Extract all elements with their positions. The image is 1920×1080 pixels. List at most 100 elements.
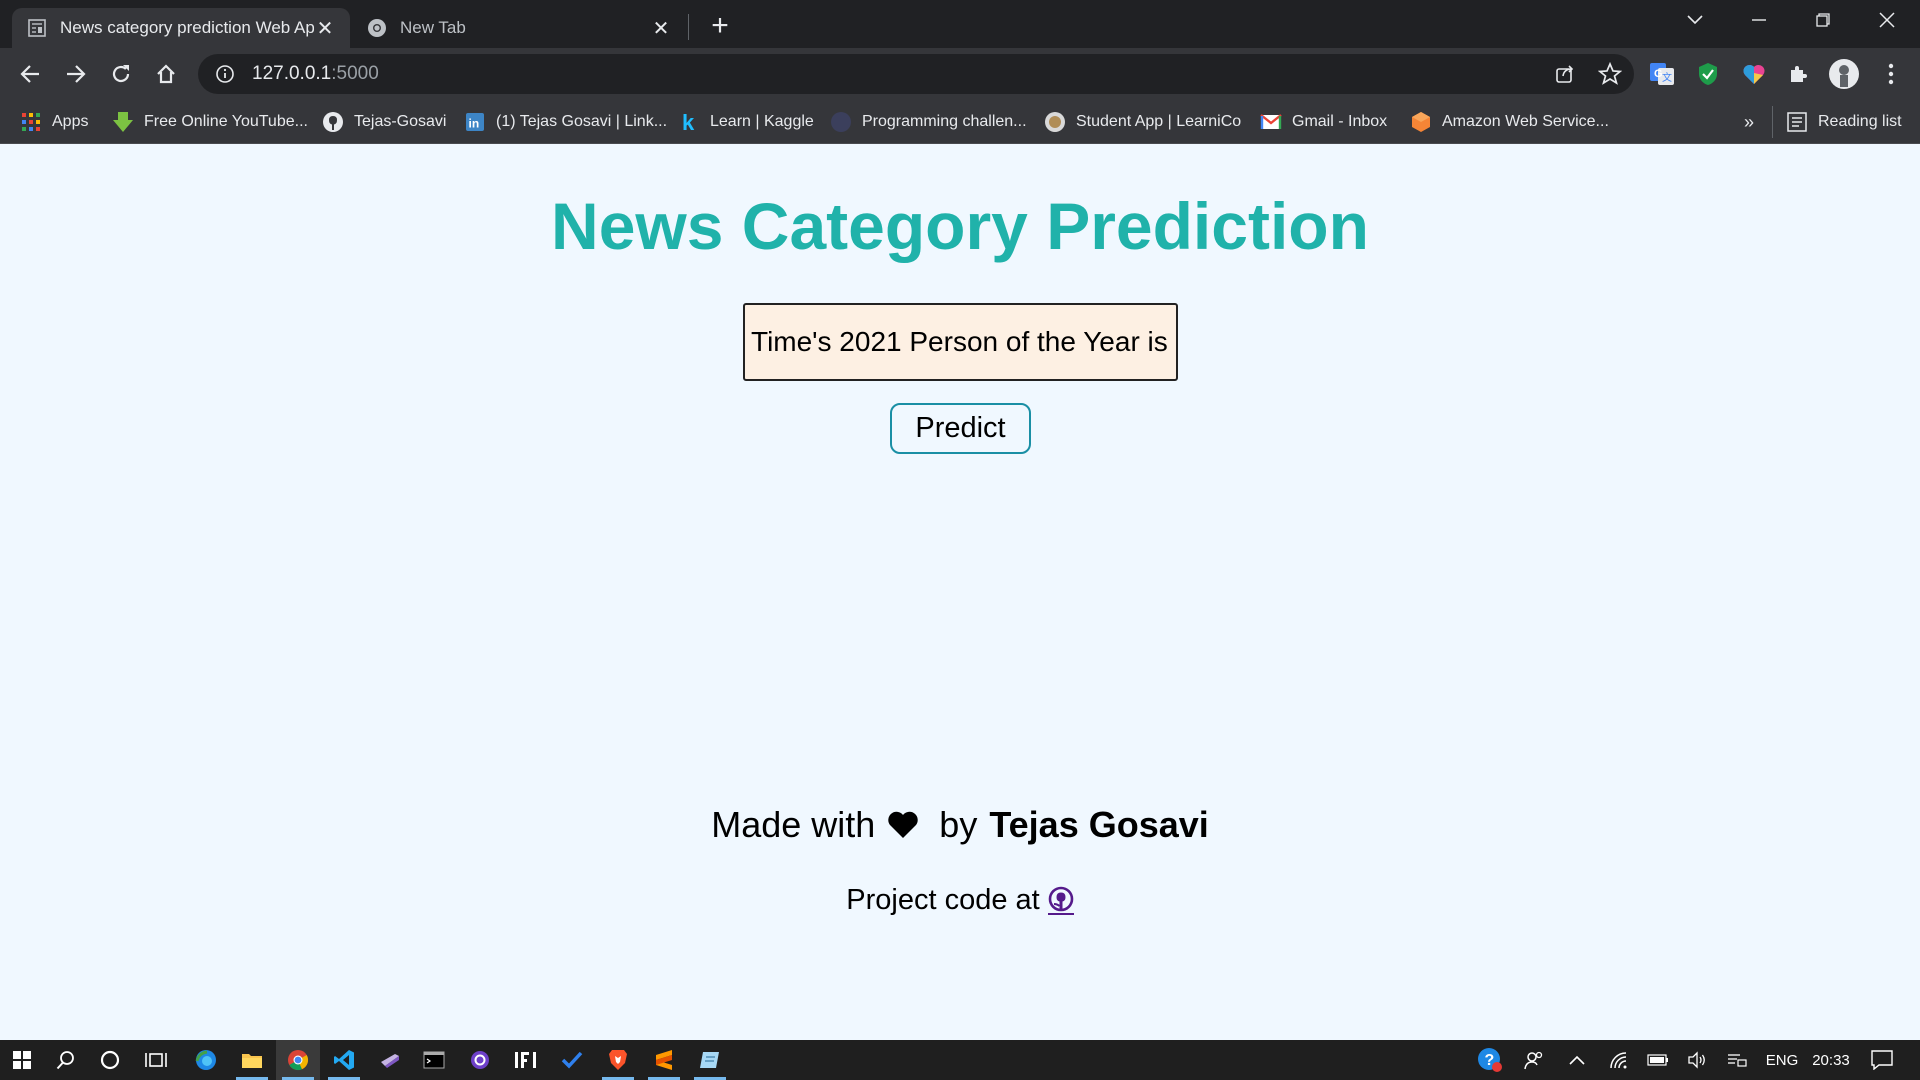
- bookmark-label: Apps: [52, 113, 89, 130]
- windows-start-icon[interactable]: [0, 1040, 44, 1080]
- bookmark-label: Tejas-Gosavi: [354, 113, 447, 130]
- search-icon[interactable]: [44, 1040, 88, 1080]
- extensions-puzzle-icon[interactable]: [1780, 56, 1816, 92]
- todo-check-icon[interactable]: [550, 1040, 594, 1080]
- bookmark-label: Learn | Kaggle: [710, 113, 814, 130]
- bookmark-youtube-downloader[interactable]: Free Online YouTube...: [112, 108, 308, 136]
- cortana-icon[interactable]: [88, 1040, 132, 1080]
- close-window-icon[interactable]: [1858, 0, 1916, 40]
- bookmarks-bar: Apps Free Online YouTube... Tejas-Gosavi…: [0, 100, 1920, 144]
- tab-title: New Tab: [400, 18, 466, 37]
- bookmark-label: Amazon Web Service...: [1442, 113, 1609, 130]
- news-headline-input[interactable]: [743, 303, 1178, 381]
- svg-text:文: 文: [1662, 71, 1672, 84]
- show-hidden-icons-chevron[interactable]: [1562, 1040, 1592, 1080]
- wifi-icon[interactable]: [1604, 1040, 1634, 1080]
- minimize-icon[interactable]: [1730, 0, 1788, 40]
- share-icon[interactable]: [1554, 63, 1576, 91]
- address-bar[interactable]: 127.0.0.1:5000: [198, 54, 1634, 94]
- bookmark-label: Gmail - Inbox: [1292, 113, 1388, 130]
- close-tab-icon[interactable]: ✕: [314, 17, 336, 40]
- brave-icon[interactable]: [596, 1040, 640, 1080]
- author-name: Tejas Gosavi: [989, 804, 1209, 845]
- terminal-icon[interactable]: [412, 1040, 456, 1080]
- made-with-text: Made with: [711, 804, 876, 845]
- page-title: News Category Prediction: [551, 189, 1369, 263]
- shield-icon[interactable]: [1690, 56, 1726, 92]
- heart-icon: [887, 811, 919, 839]
- bookmark-apps[interactable]: Apps: [20, 108, 88, 136]
- tab-search-icon[interactable]: [1666, 0, 1724, 40]
- tab-news-app[interactable]: News category prediction Web App ✕: [12, 8, 350, 48]
- bookmark-label: Student App | LearniCo: [1076, 113, 1242, 130]
- bookmark-label: Free Online YouTube...: [144, 113, 308, 130]
- tab-divider: [688, 14, 689, 40]
- github-link[interactable]: [1047, 886, 1074, 915]
- home-icon[interactable]: [148, 56, 184, 92]
- input-indicator-icon[interactable]: [1722, 1040, 1752, 1080]
- bookmark-label: (1) Tejas Gosavi | Link...: [496, 113, 668, 130]
- github-icon: [322, 111, 344, 133]
- bookmarks-overflow-button[interactable]: »: [1744, 108, 1754, 136]
- aws-icon: [1410, 111, 1432, 133]
- restore-icon[interactable]: [1794, 0, 1852, 40]
- sublime-text-icon[interactable]: [642, 1040, 686, 1080]
- task-view-icon[interactable]: [134, 1040, 178, 1080]
- language-indicator[interactable]: ENG: [1760, 1040, 1804, 1080]
- windows-taskbar: ? ENG 20:33: [0, 1040, 1920, 1080]
- battery-icon[interactable]: [1642, 1040, 1674, 1080]
- forward-arrow-icon[interactable]: [58, 56, 94, 92]
- tab-title: News category prediction Web App: [60, 18, 314, 37]
- file-explorer-icon[interactable]: [230, 1040, 274, 1080]
- chrome-icon: [366, 17, 388, 39]
- back-arrow-icon[interactable]: [12, 56, 48, 92]
- notepad-icon[interactable]: [688, 1040, 732, 1080]
- reading-list-icon: [1786, 111, 1808, 133]
- bookmark-linkedin[interactable]: in (1) Tejas Gosavi | Link...: [464, 108, 667, 136]
- bookmark-gmail[interactable]: Gmail - Inbox: [1260, 108, 1387, 136]
- visual-studio-installer-icon[interactable]: [368, 1040, 412, 1080]
- linkedin-icon: in: [464, 111, 486, 133]
- github-desktop-icon[interactable]: [458, 1040, 502, 1080]
- people-icon[interactable]: [1518, 1040, 1550, 1080]
- close-tab-icon[interactable]: ✕: [650, 17, 672, 40]
- reading-list-label: Reading list: [1818, 113, 1902, 130]
- figma-like-icon[interactable]: [504, 1040, 548, 1080]
- heart-extension-icon[interactable]: [1736, 56, 1772, 92]
- bookmark-github[interactable]: Tejas-Gosavi: [322, 108, 446, 136]
- bookmark-kaggle[interactable]: k Learn | Kaggle: [678, 108, 814, 136]
- svg-text:in: in: [469, 117, 480, 131]
- tab-new-tab[interactable]: New Tab ✕: [352, 8, 686, 48]
- reload-icon[interactable]: [103, 56, 139, 92]
- site-icon: [830, 111, 852, 133]
- predict-button[interactable]: Predict: [890, 403, 1031, 454]
- site-info-icon[interactable]: [214, 63, 236, 85]
- browser-menu-icon[interactable]: [1873, 56, 1909, 92]
- bookmark-star-icon[interactable]: [1597, 61, 1623, 92]
- tab-strip: News category prediction Web App ✕ New T…: [0, 0, 1920, 48]
- bookmark-label: Programming challen...: [862, 113, 1027, 130]
- google-translate-icon[interactable]: G文: [1644, 56, 1680, 92]
- bookmarks-divider: [1772, 106, 1773, 138]
- gmail-icon: [1260, 111, 1282, 133]
- project-code-line: Project code at: [0, 884, 1920, 917]
- action-center-icon[interactable]: [1862, 1040, 1902, 1080]
- bookmark-aws[interactable]: Amazon Web Service...: [1410, 108, 1609, 136]
- bookmark-programming[interactable]: Programming challen...: [830, 108, 1027, 136]
- reading-list-button[interactable]: Reading list: [1786, 108, 1902, 136]
- bookmark-learnico[interactable]: Student App | LearniCo: [1044, 108, 1241, 136]
- url-port: :5000: [331, 63, 379, 84]
- footer-credit: Made with by Tejas Gosavi: [0, 804, 1920, 846]
- kaggle-icon: k: [678, 111, 700, 133]
- chrome-taskbar-icon[interactable]: [276, 1040, 320, 1080]
- system-clock[interactable]: 20:33: [1806, 1040, 1856, 1080]
- edge-icon[interactable]: [184, 1040, 228, 1080]
- help-notification-icon[interactable]: ?: [1472, 1040, 1508, 1080]
- profile-avatar[interactable]: [1826, 56, 1862, 92]
- new-tab-button[interactable]: +: [704, 9, 736, 42]
- apps-grid-icon: [20, 111, 42, 133]
- page-icon: [26, 17, 48, 39]
- vscode-icon[interactable]: [322, 1040, 366, 1080]
- web-page: News Category Prediction Predict Made wi…: [0, 144, 1920, 1040]
- volume-icon[interactable]: [1682, 1040, 1712, 1080]
